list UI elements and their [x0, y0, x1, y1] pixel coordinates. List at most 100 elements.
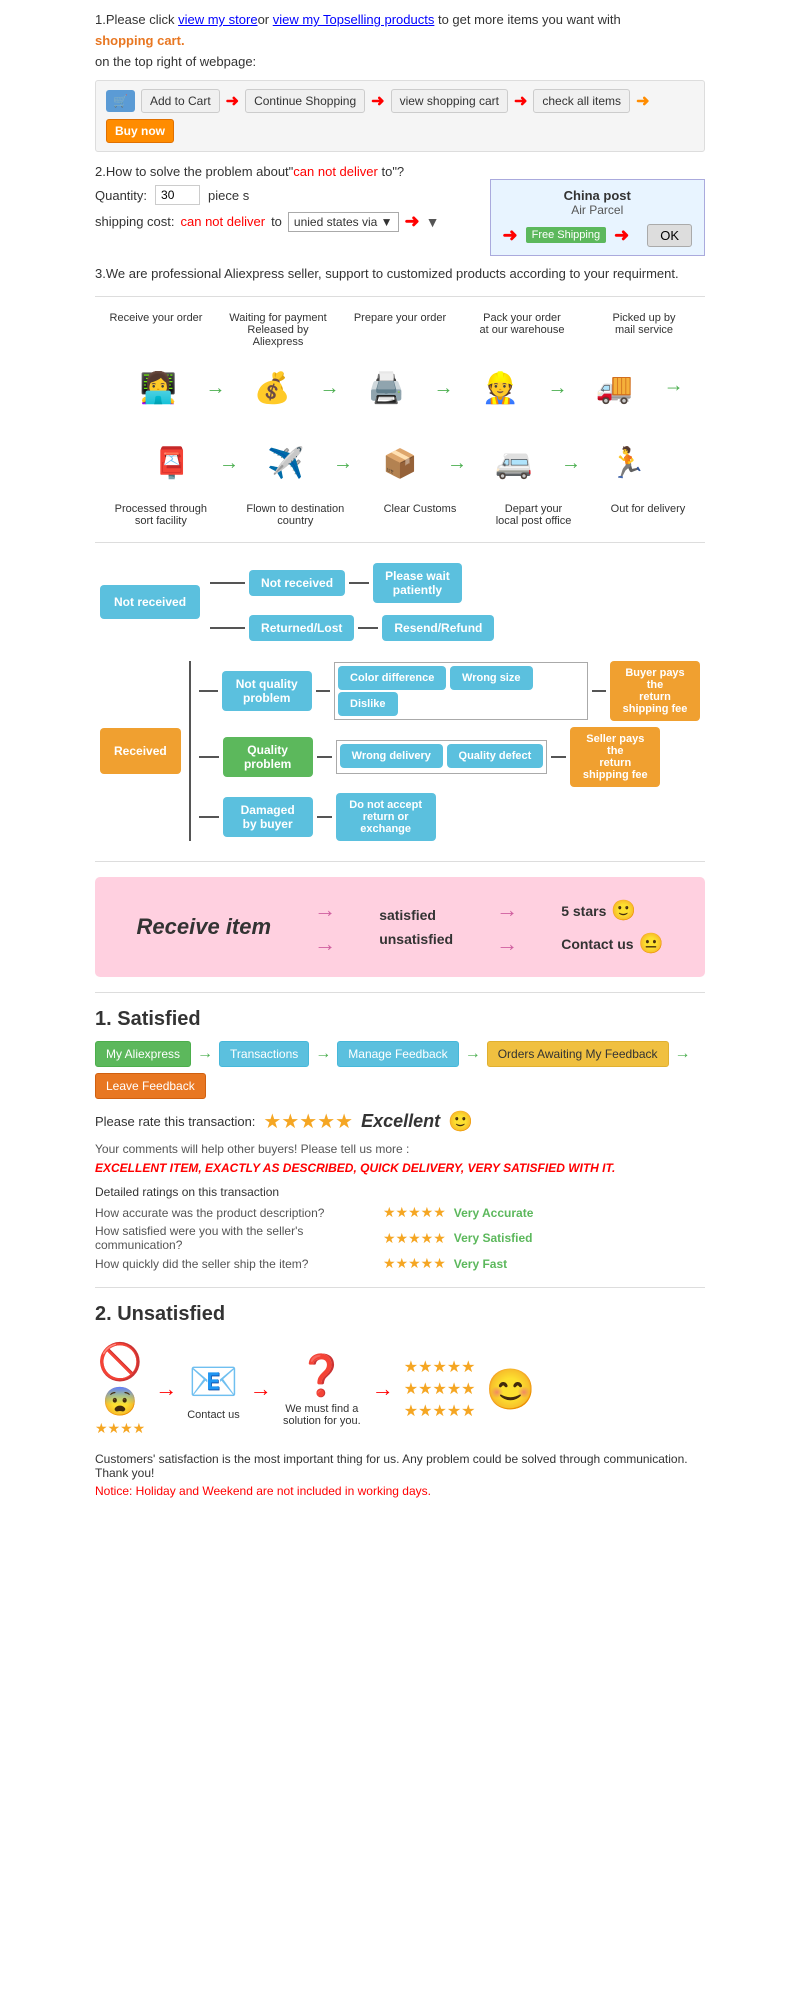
- process-top-labels: Receive your order Waiting for paymentRe…: [95, 312, 705, 348]
- unsat-stars-bottom: ★★★★: [95, 1420, 145, 1437]
- received-main-box: Received: [100, 728, 181, 774]
- do-not-accept-box: Do not acceptreturn or exchange: [336, 793, 436, 841]
- china-post-arrow2: ➜: [614, 225, 629, 246]
- piece-text: piece s: [208, 188, 249, 203]
- cart-icon: 🛒: [106, 90, 135, 112]
- arrow4: ➜: [636, 91, 649, 111]
- comment-text: Your comments will help other buyers! Pl…: [95, 1142, 705, 1156]
- rating1-label: How accurate was the product description…: [95, 1206, 375, 1220]
- quality-defect-box: Quality defect: [447, 744, 544, 768]
- contact-us-label: Contact us: [187, 1409, 240, 1421]
- rating3-stars: ★★★★★: [383, 1255, 446, 1272]
- no-sign-group: 🚫 😨 ★★★★: [95, 1341, 145, 1437]
- excellent-text: Excellent: [361, 1111, 440, 1132]
- not-received-main-box: Not received: [100, 585, 200, 619]
- star-row-1: ★★★★★: [404, 1357, 476, 1377]
- view-store-link[interactable]: view my store: [178, 12, 257, 27]
- arrow-satisfied: →: [314, 897, 336, 923]
- damaged-box: Damagedby buyer: [223, 797, 313, 837]
- continue-shopping-btn[interactable]: Continue Shopping: [245, 89, 365, 113]
- section1-text4: on the top right of webpage:: [95, 52, 705, 73]
- shipping-country-dropdown[interactable]: unied states via ▼: [288, 212, 399, 232]
- icon-truck: 🚚: [570, 353, 660, 423]
- arrow1: ➜: [226, 91, 239, 111]
- satisfaction-text-col: satisfied unsatisfied: [379, 907, 453, 947]
- not-quality-box: Not qualityproblem: [222, 671, 312, 711]
- receive-item-title: Receive item: [137, 914, 272, 940]
- process-section: Receive your order Waiting for paymentRe…: [95, 312, 705, 527]
- section1-text2: or: [258, 12, 273, 27]
- shipping-label: shipping cost:: [95, 214, 175, 229]
- satisfaction-result-col: 5 stars 🙂 Contact us 😐: [561, 898, 663, 956]
- icon-printer: 🖨️: [342, 353, 432, 423]
- label-processed: Processed throughsort facility: [115, 503, 207, 527]
- smiley-icon: 😊: [486, 1366, 536, 1413]
- unsat-arrow3: →: [372, 1376, 394, 1402]
- rating3-text: Very Fast: [454, 1257, 507, 1271]
- star-row-3: ★★★★★: [404, 1401, 476, 1421]
- scared-face-icon: 😨: [103, 1385, 138, 1418]
- review-text: EXCELLENT ITEM, EXACTLY AS DESCRIBED, QU…: [95, 1161, 705, 1175]
- air-parcel-text: Air Parcel: [503, 203, 692, 217]
- orders-awaiting-btn[interactable]: Orders Awaiting My Feedback: [487, 1041, 669, 1067]
- arrow2: ➜: [371, 91, 384, 111]
- add-to-cart-btn[interactable]: Add to Cart: [141, 89, 220, 113]
- process-bottom-icons: 🏃 → 🚐 → 📦 → ✈️ → 📮: [95, 428, 705, 498]
- rating-row-2: How satisfied were you with the seller's…: [95, 1224, 705, 1252]
- section2-row: Quantity: piece s shipping cost: can not …: [95, 179, 705, 256]
- notice-text: Customers' satisfaction is the most impo…: [95, 1452, 705, 1480]
- icon-person-computer: 👩‍💻: [114, 353, 204, 423]
- unsatisfied-section: 2. Unsatisfied 🚫 😨 ★★★★ → 📧 Contact us →…: [95, 1303, 705, 1498]
- manage-feedback-btn[interactable]: Manage Feedback: [337, 1041, 458, 1067]
- section2: 2.How to solve the problem about"can not…: [95, 164, 705, 256]
- label-waiting: Waiting for paymentReleased by Aliexpres…: [223, 312, 333, 348]
- transactions-btn[interactable]: Transactions: [219, 1041, 309, 1067]
- topselling-link[interactable]: view my Topselling products: [273, 12, 435, 27]
- cart-flow: 🛒 Add to Cart ➜ Continue Shopping ➜ view…: [95, 80, 705, 152]
- shipping-to-text: to: [271, 214, 282, 229]
- color-diff-box: Color difference: [338, 666, 446, 690]
- quantity-input[interactable]: [155, 185, 200, 205]
- section3-text: 3.We are professional Aliexpress seller,…: [95, 266, 705, 281]
- flowchart-section: Not received Not received Please waitpat…: [100, 563, 700, 841]
- resend-refund-box: Resend/Refund: [382, 615, 494, 641]
- arrow3: ➜: [514, 91, 527, 111]
- check-items-btn[interactable]: check all items: [533, 89, 630, 113]
- satisfied-title: 1. Satisfied: [95, 1008, 705, 1031]
- can-not-deliver-link[interactable]: can not deliver: [293, 164, 378, 179]
- rating2-text: Very Satisfied: [454, 1231, 533, 1245]
- fb-arrow1: →: [197, 1045, 213, 1063]
- label-prepare: Prepare your order: [345, 312, 455, 348]
- feedback-flow: My Aliexpress → Transactions → Manage Fe…: [95, 1041, 705, 1099]
- my-aliexpress-btn[interactable]: My Aliexpress: [95, 1041, 191, 1067]
- china-post-title: China post: [503, 188, 692, 203]
- china-post-info: China post Air Parcel ➜ Free Shipping ➜ …: [490, 179, 705, 256]
- returned-lost-box: Returned/Lost: [249, 615, 354, 641]
- process-top-icons: 👩‍💻 → 💰 → 🖨️ → 👷 → 🚚 ↓: [95, 353, 705, 423]
- icon-mail-box: 📮: [127, 428, 217, 498]
- neutral-emoji: 😐: [639, 931, 664, 956]
- label-out-delivery: Out for delivery: [611, 503, 686, 527]
- satisfied-section: 1. Satisfied My Aliexpress → Transaction…: [95, 1008, 705, 1272]
- label-pack: Pack your orderat our warehouse: [467, 312, 577, 348]
- down-arrow-icon: ▼: [426, 214, 440, 230]
- ok-button[interactable]: OK: [647, 224, 692, 247]
- section1-text3: to get more items you want with: [434, 12, 620, 27]
- excellent-emoji: 🙂: [448, 1109, 473, 1134]
- section2-left: Quantity: piece s shipping cost: can not …: [95, 179, 470, 232]
- notice-red-text: Notice: Holiday and Weekend are not incl…: [95, 1484, 705, 1498]
- section3: 3.We are professional Aliexpress seller,…: [95, 266, 705, 281]
- please-wait-box: Please waitpatiently: [373, 563, 462, 603]
- rating2-label: How satisfied were you with the seller's…: [95, 1224, 375, 1252]
- rating-row-1: How accurate was the product description…: [95, 1204, 705, 1221]
- buy-now-btn[interactable]: Buy now: [106, 119, 174, 143]
- arrow-5stars: →: [496, 897, 518, 923]
- shipping-arrow: ➜: [405, 211, 420, 232]
- detailed-ratings: Detailed ratings on this transaction How…: [95, 1185, 705, 1272]
- can-not-text: can not deliver: [181, 214, 266, 229]
- rating1-text: Very Accurate: [454, 1206, 534, 1220]
- view-cart-btn[interactable]: view shopping cart: [391, 89, 508, 113]
- leave-feedback-btn[interactable]: Leave Feedback: [95, 1073, 206, 1099]
- fb-arrow4: →: [675, 1045, 691, 1063]
- quantity-label: Quantity:: [95, 188, 147, 203]
